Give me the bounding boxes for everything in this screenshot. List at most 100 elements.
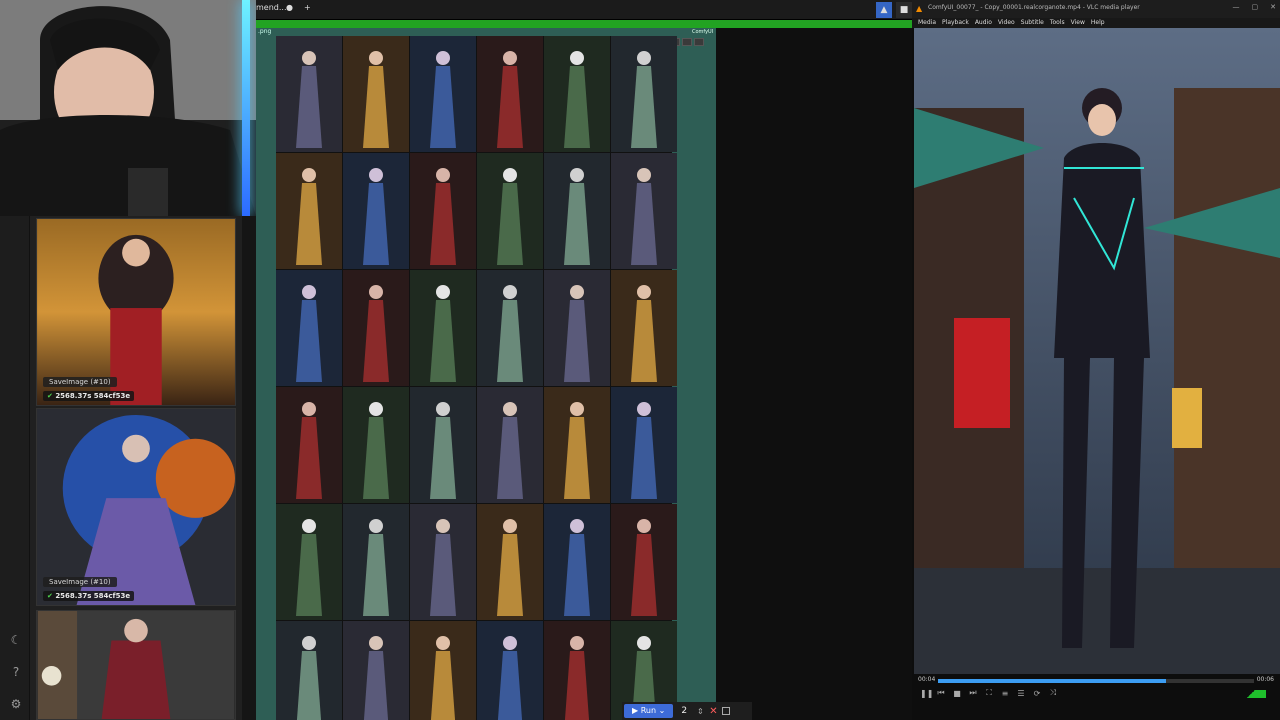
stop-icon[interactable] [721, 707, 730, 715]
grid-thumbnail[interactable] [611, 504, 677, 620]
menu-playback[interactable]: Playback [942, 18, 969, 28]
node-canvas[interactable]: .png ComfyUI ▶ Run ⌄ 2 ⇕ ✕ [256, 28, 912, 720]
queue-item-node-label: SaveImage (#10) [43, 377, 117, 387]
grid-thumbnail[interactable] [343, 504, 409, 620]
grid-thumbnail[interactable] [544, 621, 610, 720]
grid-thumbnail[interactable] [477, 387, 543, 503]
stop-icon[interactable]: ■ [952, 689, 962, 698]
queue-history-item[interactable]: SaveImage (#10) ✔ 2568.37s 584cf53e [36, 408, 236, 606]
generated-image-thumbnail [37, 409, 235, 605]
pause-icon[interactable]: ❚❚ [920, 689, 933, 698]
grid-thumbnail[interactable] [410, 504, 476, 620]
playlist-icon[interactable]: ☰ [1016, 689, 1026, 698]
moon-icon[interactable]: ☾ [8, 632, 24, 648]
grid-thumbnail[interactable] [611, 153, 677, 269]
minimize-icon[interactable]: — [1233, 3, 1240, 11]
stepper-icon[interactable]: ⇕ [695, 707, 705, 716]
grid-thumbnail[interactable] [410, 153, 476, 269]
extended-settings-icon[interactable]: ≡ [1000, 689, 1010, 698]
preview-node[interactable]: .png ComfyUI [256, 28, 716, 720]
grid-thumbnail[interactable] [343, 36, 409, 152]
loop-icon[interactable]: ⟳ [1032, 689, 1042, 698]
grid-thumbnail[interactable] [410, 36, 476, 152]
desktop-screen: ☾ ? ⚙ SaveImage (#10) ✔ 2568.37s 584cf53… [0, 0, 1280, 720]
top-right-toolbar: ▲ ■ [876, 2, 912, 18]
browser-tabbar: mend... ● + ▲ ■ [256, 0, 912, 20]
grid-thumbnail[interactable] [410, 387, 476, 503]
vlc-cone-icon: ▲ [916, 4, 923, 13]
node-badge: ComfyUI [692, 29, 714, 35]
vlc-titlebar: ▲ ComfyUI_00077_ - Copy_00001.realcorgan… [912, 0, 1280, 18]
close-icon[interactable]: ✕ [1270, 3, 1276, 11]
browser-tab[interactable]: mend... [256, 3, 287, 12]
grid-thumbnail[interactable] [276, 270, 342, 386]
grid-thumbnail[interactable] [343, 621, 409, 720]
bookmark-icon[interactable]: ■ [896, 2, 912, 18]
grid-thumbnail[interactable] [410, 270, 476, 386]
grid-thumbnail[interactable] [611, 270, 677, 386]
grid-thumbnail[interactable] [544, 387, 610, 503]
grid-thumbnail[interactable] [611, 36, 677, 152]
queue-item-duration: ✔ 2568.37s 584cf53e [43, 391, 135, 401]
run-button[interactable]: ▶ Run ⌄ [624, 704, 674, 718]
queue-history-item[interactable]: SaveImage (#10) ✔ 2568.37s 584cf53e [36, 218, 236, 406]
run-label: Run [640, 706, 657, 715]
seek-bar[interactable]: 00:04 00:06 [916, 676, 1276, 686]
grid-thumbnail[interactable] [544, 36, 610, 152]
menu-audio[interactable]: Audio [975, 18, 992, 28]
cancel-icon[interactable]: ✕ [709, 706, 717, 717]
grid-thumbnail[interactable] [343, 387, 409, 503]
previous-icon[interactable]: ⏮ [936, 688, 946, 698]
queue-item-duration: ✔ 2568.37s 584cf53e [43, 591, 135, 601]
menu-help[interactable]: Help [1091, 18, 1105, 28]
new-tab-button[interactable]: + [304, 3, 311, 12]
gear-icon[interactable]: ⚙ [8, 696, 24, 712]
vlc-menubar: Media Playback Audio Video Subtitle Tool… [912, 18, 1280, 28]
batch-count-input[interactable]: 2 [677, 706, 691, 716]
vlc-window-title: ComfyUI_00077_ - Copy_00001.realcorganot… [928, 4, 1140, 11]
grid-thumbnail[interactable] [276, 153, 342, 269]
menu-video[interactable]: Video [998, 18, 1015, 28]
fullscreen-icon[interactable]: ⛶ [984, 688, 994, 698]
grid-thumbnail[interactable] [276, 504, 342, 620]
shuffle-icon[interactable]: ⤨ [1048, 688, 1058, 698]
image-grid [276, 36, 677, 720]
menu-media[interactable]: Media [918, 18, 936, 28]
generated-image-thumbnail [37, 611, 235, 719]
grid-thumbnail[interactable] [544, 504, 610, 620]
queue-item-duration-text: 2568.37s 584cf53e [55, 392, 131, 400]
queue-history-item[interactable] [36, 610, 236, 720]
upload-icon[interactable]: ▲ [876, 2, 892, 18]
grid-thumbnail[interactable] [544, 270, 610, 386]
grid-thumbnail[interactable] [477, 504, 543, 620]
grid-thumbnail[interactable] [410, 621, 476, 720]
grid-thumbnail[interactable] [611, 387, 677, 503]
help-icon[interactable]: ? [8, 664, 24, 680]
next-icon[interactable]: ⏭ [968, 688, 978, 698]
window-controls: — ▢ ✕ [1233, 3, 1277, 11]
grid-thumbnail[interactable] [477, 153, 543, 269]
grid-thumbnail[interactable] [477, 36, 543, 152]
grid-thumbnail[interactable] [343, 270, 409, 386]
tab-modified-dot[interactable]: ● [286, 3, 293, 12]
grid-thumbnail[interactable] [276, 621, 342, 720]
node-control-button[interactable] [682, 38, 692, 46]
menu-view[interactable]: View [1071, 18, 1085, 28]
queue-item-duration-text: 2568.37s 584cf53e [55, 592, 131, 600]
volume-slider[interactable] [1236, 690, 1266, 698]
seek-track[interactable] [938, 679, 1254, 683]
node-control-button[interactable] [694, 38, 704, 46]
grid-thumbnail[interactable] [477, 621, 543, 720]
menu-subtitle[interactable]: Subtitle [1021, 18, 1044, 28]
grid-thumbnail[interactable] [276, 36, 342, 152]
playback-controls: ❚❚ ⏮ ■ ⏭ ⛶ ≡ ☰ ⟳ ⤨ [912, 686, 1280, 700]
vlc-window: ▲ ComfyUI_00077_ - Copy_00001.realcorgan… [912, 0, 1280, 720]
video-frame[interactable] [914, 28, 1280, 674]
grid-thumbnail[interactable] [544, 153, 610, 269]
maximize-icon[interactable]: ▢ [1252, 3, 1259, 11]
queue-item-node-label: SaveImage (#10) [43, 577, 117, 587]
grid-thumbnail[interactable] [276, 387, 342, 503]
grid-thumbnail[interactable] [477, 270, 543, 386]
menu-tools[interactable]: Tools [1050, 18, 1065, 28]
grid-thumbnail[interactable] [343, 153, 409, 269]
